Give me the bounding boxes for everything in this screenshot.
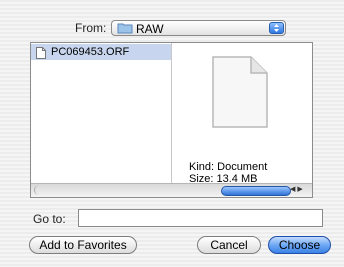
- horizontal-scrollbar[interactable]: ◀ ▶: [31, 183, 312, 197]
- location-name: RAW: [136, 22, 164, 36]
- goto-label: Go to:: [33, 212, 66, 226]
- add-to-favorites-button[interactable]: Add to Favorites: [29, 236, 137, 254]
- preview-kind: Kind: Document: [189, 161, 268, 173]
- scrollbar-left-cap: [34, 185, 41, 195]
- goto-input[interactable]: [78, 209, 323, 227]
- file-browser[interactable]: PC069453.ORF Kind: Document Size: 13.4 M…: [30, 42, 313, 198]
- folder-icon: [117, 22, 133, 37]
- popup-arrows-icon: [269, 22, 284, 34]
- cancel-button[interactable]: Cancel: [197, 236, 261, 254]
- document-icon: [36, 47, 46, 62]
- list-item[interactable]: PC069453.ORF: [31, 44, 171, 60]
- file-name: PC069453.ORF: [51, 46, 130, 58]
- scroll-thumb[interactable]: [221, 186, 291, 196]
- from-label: From:: [75, 21, 107, 35]
- document-preview-icon: [211, 55, 269, 132]
- location-popup[interactable]: RAW: [111, 20, 286, 36]
- preview-info: Kind: Document Size: 13.4 MB: [189, 161, 267, 185]
- file-column[interactable]: PC069453.ORF: [31, 43, 172, 186]
- choose-button[interactable]: Choose: [268, 236, 331, 254]
- scroll-arrows-icon[interactable]: ◀ ▶: [290, 185, 310, 195]
